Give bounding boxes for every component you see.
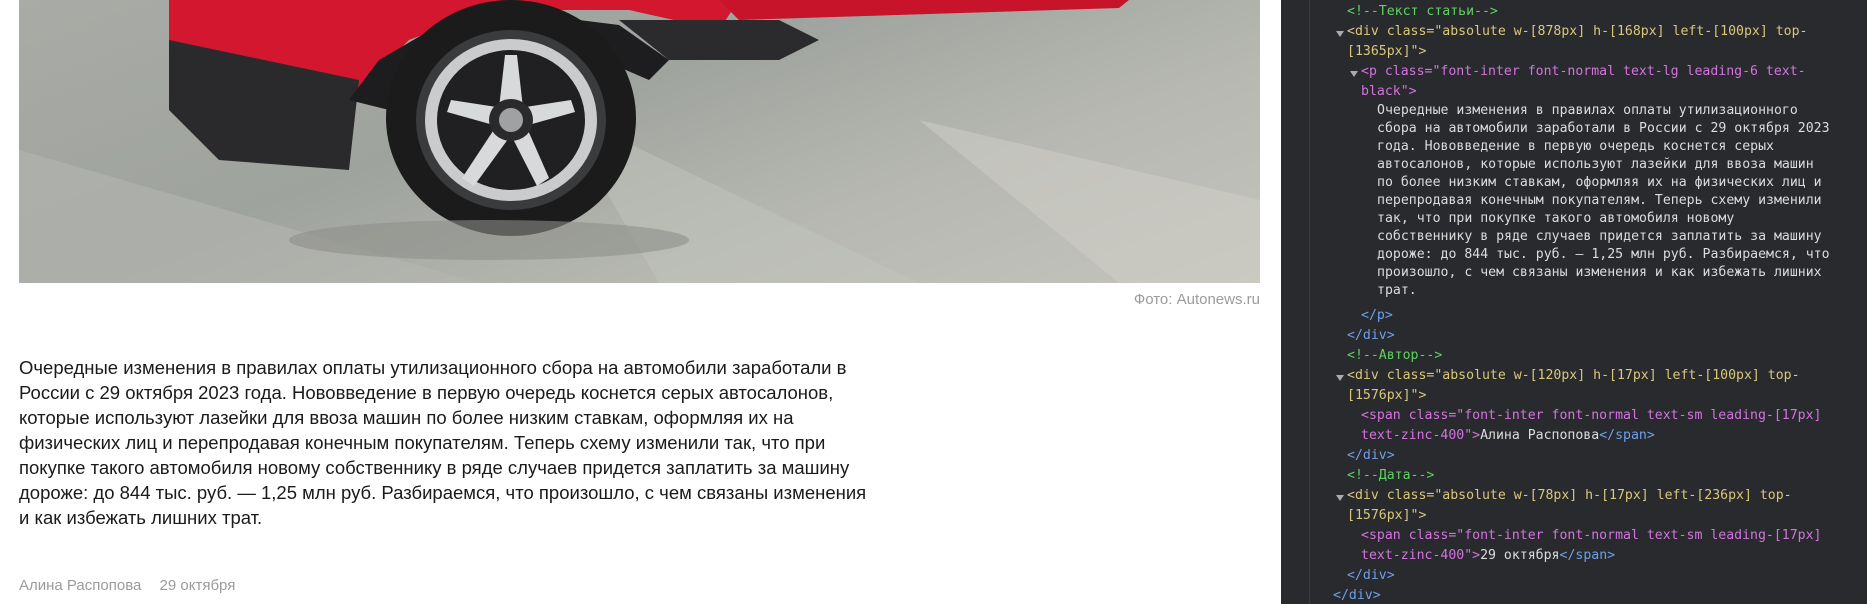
dom-node-span-cont: text-zinc-400">29 октября</span> xyxy=(1361,548,1616,563)
article-photo xyxy=(19,0,1260,283)
article-text-line: которые используют лазейки для ввоза маш… xyxy=(19,407,794,428)
dom-node-p[interactable]: <p class="font-inter font-normal text-lg… xyxy=(1361,62,1806,82)
dom-text-node[interactable]: Очередные изменения в правилах оплаты ут… xyxy=(1377,102,1830,300)
article-text-line: дороже: до 844 тыс. руб. — 1,25 млн руб.… xyxy=(19,482,867,503)
article-view: Фото: Autonews.ru Очередные изменения в … xyxy=(0,0,1281,604)
article-text-line: Очередные изменения в правилах оплаты ут… xyxy=(19,357,847,378)
dom-close-div: </div> xyxy=(1333,588,1381,603)
dom-node-div[interactable]: <div class="absolute w-[78px] h-[17px] l… xyxy=(1347,486,1792,506)
expand-toggle-icon[interactable] xyxy=(1336,495,1344,501)
dom-comment: <!--Дата--> xyxy=(1347,468,1435,483)
dom-close-div: </div> xyxy=(1347,328,1395,343)
dom-comment: <!--Автор--> xyxy=(1347,348,1443,363)
dom-node-p-cont: black"> xyxy=(1361,84,1417,99)
dom-node-span[interactable]: <span class="font-inter font-normal text… xyxy=(1361,526,1822,546)
article-meta: Алина Распопова 29 октября xyxy=(19,577,249,594)
dom-close-div: </div> xyxy=(1347,568,1395,583)
dom-node-span[interactable]: <span class="font-inter font-normal text… xyxy=(1361,406,1822,426)
expand-toggle-icon[interactable] xyxy=(1336,375,1344,381)
article-text-line: и как избежать лишних трат. xyxy=(19,507,263,528)
article-text: Очередные изменения в правилах оплаты ут… xyxy=(19,355,937,530)
article-text-line: России с 29 октября 2023 года. Нововведе… xyxy=(19,382,834,403)
expand-toggle-icon[interactable] xyxy=(1336,31,1344,37)
expand-toggle-icon[interactable] xyxy=(1350,71,1358,77)
dom-node-div-cont: [1576px]"> xyxy=(1347,508,1427,523)
devtools-elements-panel: <!--Текст статьи--> <div class="absolute… xyxy=(1281,0,1867,604)
dom-node-div[interactable]: <div class="absolute w-[878px] h-[168px]… xyxy=(1347,22,1808,42)
photo-caption: Фото: Autonews.ru xyxy=(1133,291,1260,308)
dom-comment: <!--Текст статьи--> xyxy=(1347,4,1498,19)
dom-close-div: </div> xyxy=(1347,448,1395,463)
publish-date: 29 октября xyxy=(159,577,236,594)
article-text-line: покупке такого автомобиля новому собстве… xyxy=(19,457,850,478)
dom-node-div-cont: [1365px]"> xyxy=(1347,44,1427,59)
dom-node-span-cont: text-zinc-400">Алина Распопова</span> xyxy=(1361,428,1655,443)
author-name[interactable]: Алина Распопова xyxy=(19,577,141,594)
dom-node-div-cont: [1576px]"> xyxy=(1347,388,1427,403)
car-photo-image xyxy=(19,0,1260,283)
dom-close-p: </p> xyxy=(1361,308,1393,323)
indent-guide xyxy=(1309,0,1310,604)
dom-node-div[interactable]: <div class="absolute w-[120px] h-[17px] … xyxy=(1347,366,1800,386)
article-text-line: физических лиц и перепродавая конечным п… xyxy=(19,432,826,453)
